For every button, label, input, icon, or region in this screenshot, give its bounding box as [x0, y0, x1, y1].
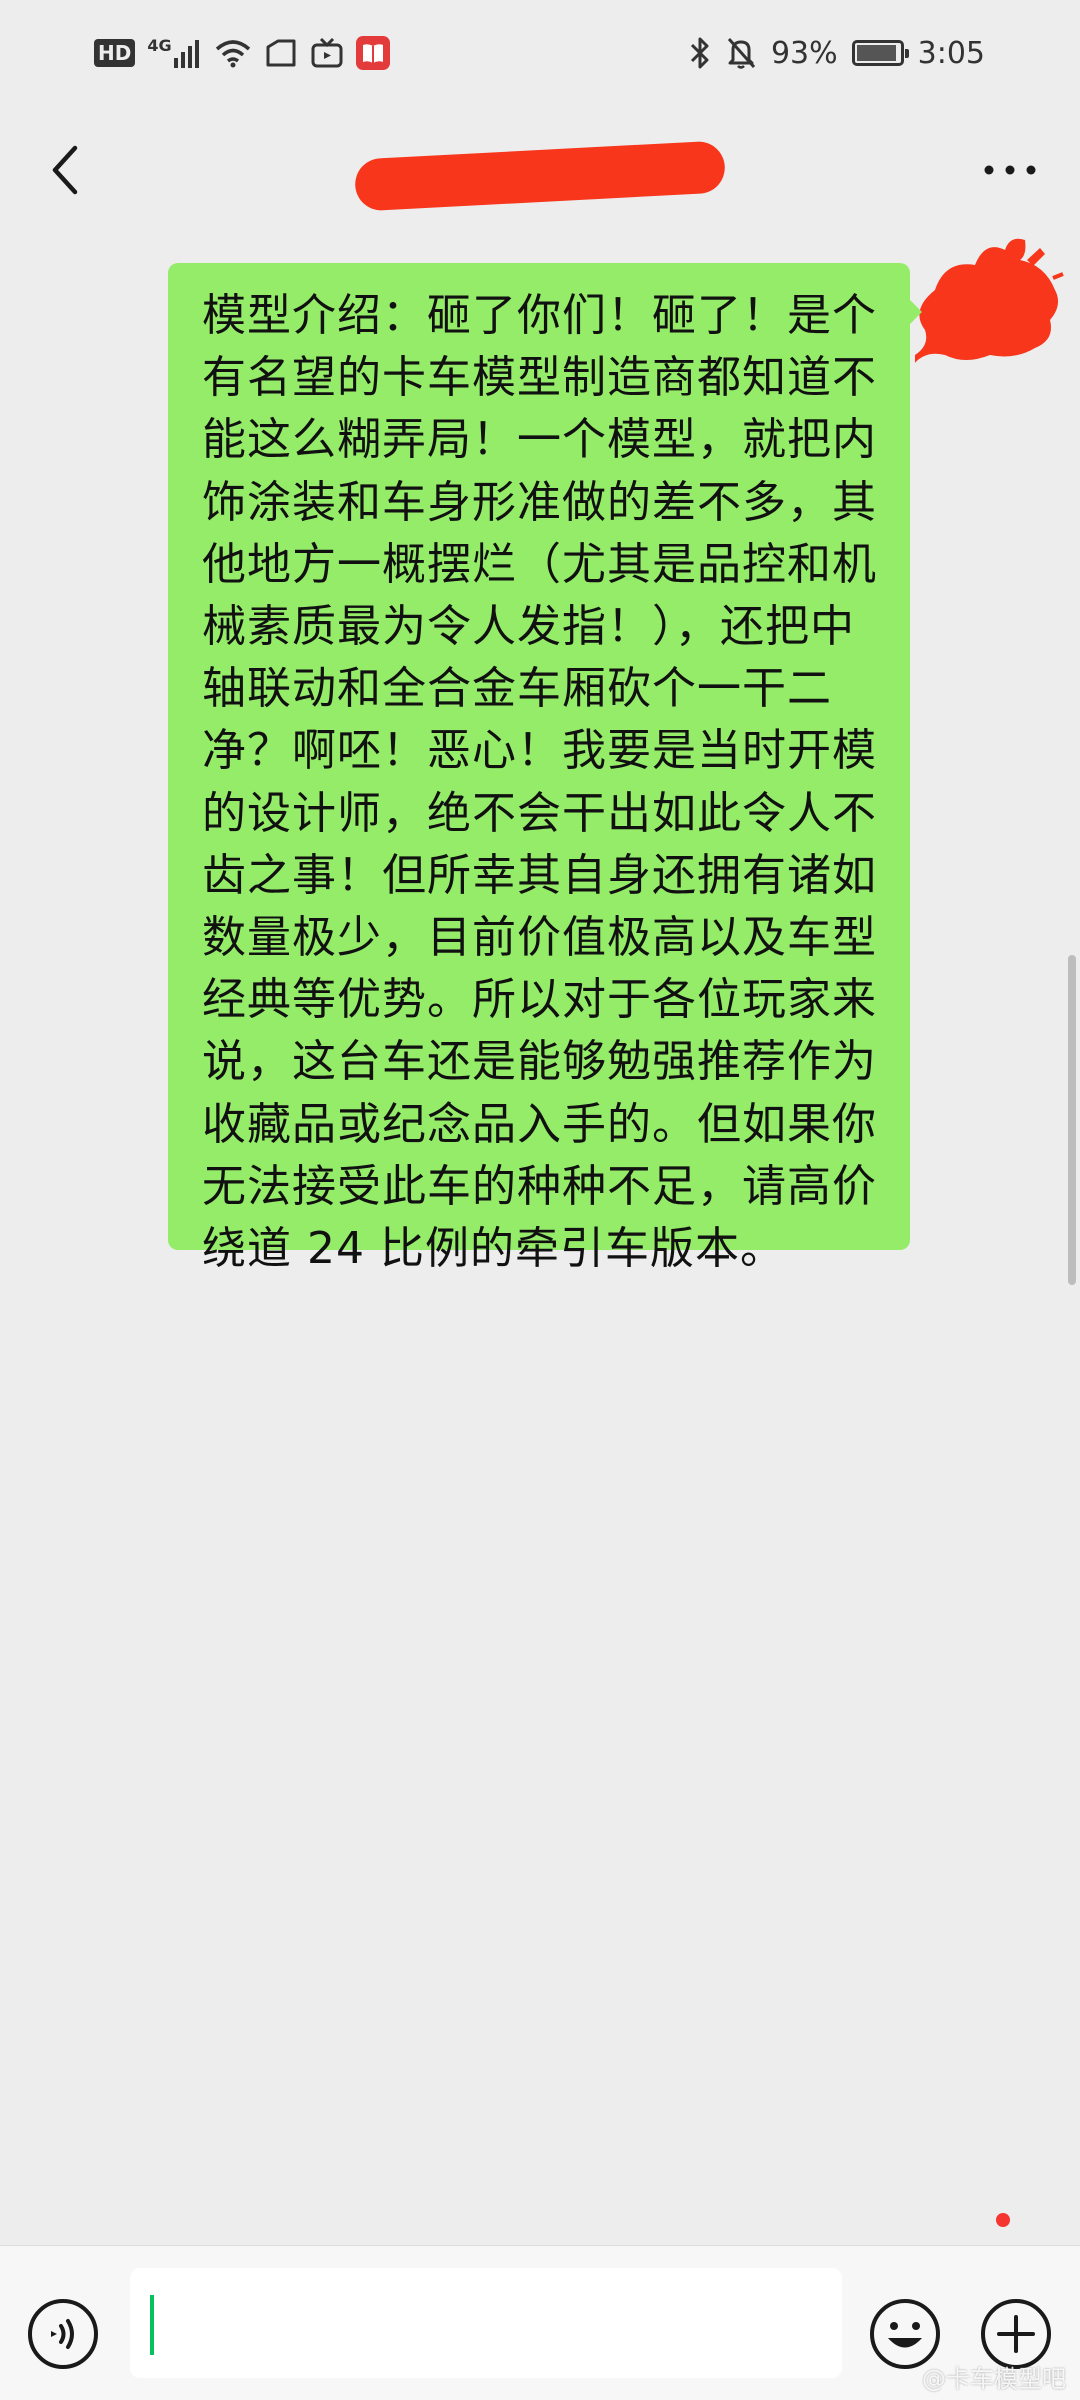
tv-app-icon: [311, 37, 343, 68]
folder-icon: [266, 39, 296, 67]
back-button[interactable]: [30, 135, 100, 205]
input-bar: [0, 2245, 1080, 2400]
clock: 3:05: [917, 35, 985, 71]
hd-badge: HD: [94, 39, 136, 67]
chevron-left-icon: [52, 145, 78, 195]
status-right: 93% 3:05: [689, 30, 985, 76]
chat-screen: HD 4G 93% 3:05 模型介绍：砸了你们！砸了！是个有名望的卡车模型制造…: [0, 0, 1080, 2400]
voice-icon[interactable]: [26, 2297, 100, 2371]
battery-icon: [851, 40, 909, 66]
message-input[interactable]: [130, 2268, 842, 2378]
more-options-button[interactable]: [970, 135, 1050, 205]
scrollbar[interactable]: [1068, 955, 1076, 1285]
battery-percent: 93%: [770, 35, 838, 71]
network-type: 4G: [147, 36, 172, 55]
wifi-icon: [215, 40, 250, 68]
watermark: @卡车模型吧: [922, 2365, 1066, 2393]
status-left: HD 4G: [94, 30, 390, 76]
unread-indicator: [996, 2213, 1010, 2227]
text-cursor: [150, 2295, 154, 2355]
signal-icon: 4G: [147, 38, 201, 68]
bluetooth-icon: [690, 37, 709, 69]
status-bar: HD 4G 93% 3:05: [0, 0, 1080, 105]
message-bubble[interactable]: 模型介绍：砸了你们！砸了！是个有名望的卡车模型制造商都知道不能这么糊弄局！一个模…: [168, 263, 910, 1274]
more-dots-icon: [984, 165, 1036, 175]
message-bubble-tail: [910, 300, 922, 324]
battery-fill: [856, 45, 896, 61]
book-app-icon: [355, 36, 390, 70]
mute-bell-icon: [727, 38, 756, 69]
redacted-avatar[interactable]: [915, 230, 1065, 380]
